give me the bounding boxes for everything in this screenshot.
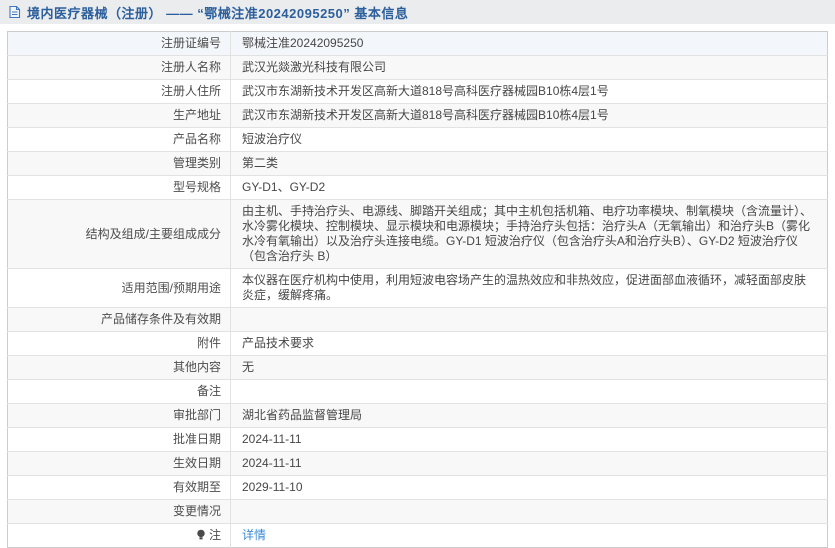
field-value: 2024-11-11 xyxy=(230,451,828,476)
page-title-text: 境内医疗器械（注册） —— “鄂械注准20242095250” 基本信息 xyxy=(27,5,409,21)
table-row: 批准日期 2024-11-11 xyxy=(7,427,828,452)
field-value: 详情 xyxy=(230,523,828,548)
page-title: 境内医疗器械（注册） —— “鄂械注准20242095250” 基本信息 xyxy=(8,3,408,22)
field-label: 结构及组成/主要组成成分 xyxy=(7,199,231,269)
table-row: 产品储存条件及有效期 xyxy=(7,307,828,332)
field-label: 注册人住所 xyxy=(7,79,231,104)
table-row: 附件 产品技术要求 xyxy=(7,331,828,356)
field-label: 批准日期 xyxy=(7,427,231,452)
field-value xyxy=(230,379,828,404)
table-row: 结构及组成/主要组成成分 由主机、手持治疗头、电源线、脚踏开关组成；其中主机包括机… xyxy=(7,199,828,269)
field-value: GY-D1、GY-D2 xyxy=(230,175,828,200)
field-value xyxy=(230,307,828,332)
field-label: 产品名称 xyxy=(7,127,231,152)
registration-info-table: 注册证编号 鄂械注准20242095250 注册人名称 武汉光燚激光科技有限公司 注册人… xyxy=(7,31,828,548)
table-row: 注册证编号 鄂械注准20242095250 xyxy=(7,31,828,56)
field-value: 本仪器在医疗机构中使用，利用短波电容场产生的温热效应和非热效应，促进面部血液循环… xyxy=(230,268,828,308)
field-value: 武汉市东湖新技术开发区高新大道818号高科医疗器械园B10栋4层1号 xyxy=(230,103,828,128)
field-value: 鄂械注准20242095250 xyxy=(242,36,364,50)
table-row: 管理类别 第二类 xyxy=(7,151,828,176)
table-row: 有效期至 2029-11-10 xyxy=(7,475,828,500)
field-label: 附件 xyxy=(7,331,231,356)
table-row: 审批部门 湖北省药品监督管理局 xyxy=(7,403,828,428)
table-row: 注详情 xyxy=(7,523,828,548)
field-label: 生效日期 xyxy=(7,451,231,476)
field-label: 型号规格 xyxy=(7,175,231,200)
field-label: 适用范围/预期用途 xyxy=(7,268,231,308)
field-label: 注册人名称 xyxy=(7,55,231,80)
table-row: 其他内容无 xyxy=(7,355,828,380)
details-link[interactable]: 详情 xyxy=(242,528,266,542)
table-row: 型号规格 GY-D1、GY-D2 xyxy=(7,175,828,200)
table-row: 注册人住所 武汉市东湖新技术开发区高新大道818号高科医疗器械园B10栋4层1号 xyxy=(7,79,828,104)
field-value: 湖北省药品监督管理局 xyxy=(230,403,828,428)
field-label: 产品储存条件及有效期 xyxy=(7,307,231,332)
field-label: 生产地址 xyxy=(7,103,231,128)
field-value: 武汉市东湖新技术开发区高新大道818号高科医疗器械园B10栋4层1号 xyxy=(230,79,828,104)
field-value: 产品技术要求 xyxy=(230,331,828,356)
field-value: 由主机、手持治疗头、电源线、脚踏开关组成；其中主机包括机箱、电疗功率模块、制氧模… xyxy=(230,199,828,269)
table-row: 备注 xyxy=(7,379,828,404)
field-label: 变更情况 xyxy=(7,499,231,524)
table-row: 生效日期 2024-11-11 xyxy=(7,451,828,476)
field-label: 管理类别 xyxy=(7,151,231,176)
table-row: 适用范围/预期用途 本仪器在医疗机构中使用，利用短波电容场产生的温热效应和非热效应… xyxy=(7,268,828,308)
document-icon xyxy=(8,5,21,19)
field-label: 注 xyxy=(7,523,231,548)
field-value: 短波治疗仪 xyxy=(230,127,828,152)
field-value: 武汉光燚激光科技有限公司 xyxy=(230,55,828,80)
info-table-body: 注册证编号 鄂械注准20242095250 注册人名称 武汉光燚激光科技有限公司 注册人… xyxy=(7,31,828,548)
field-label: 注册证编号 xyxy=(7,31,231,56)
header-bar: 境内医疗器械（注册） —— “鄂械注准20242095250” 基本信息 xyxy=(0,0,835,24)
field-value: 第二类 xyxy=(230,151,828,176)
table-row: 生产地址 武汉市东湖新技术开发区高新大道818号高科医疗器械园B10栋4层1号 xyxy=(7,103,828,128)
table-wrapper: 注册证编号 鄂械注准20242095250 注册人名称 武汉光燚激光科技有限公司 注册人… xyxy=(0,24,835,548)
field-value: 2029-11-10 xyxy=(230,475,828,500)
field-label: 有效期至 xyxy=(7,475,231,500)
table-row: 变更情况 xyxy=(7,499,828,524)
table-row: 注册人名称 武汉光燚激光科技有限公司 xyxy=(7,55,828,80)
bulb-icon xyxy=(196,529,206,541)
field-label: 备注 xyxy=(7,379,231,404)
field-label: 审批部门 xyxy=(7,403,231,428)
field-value xyxy=(230,499,828,524)
field-value: 2024-11-11 xyxy=(230,427,828,452)
page: 境内医疗器械（注册） —— “鄂械注准20242095250” 基本信息 注册证… xyxy=(0,0,835,548)
table-row: 产品名称 短波治疗仪 xyxy=(7,127,828,152)
field-value: 无 xyxy=(230,355,828,380)
field-label: 其他内容 xyxy=(7,355,231,380)
